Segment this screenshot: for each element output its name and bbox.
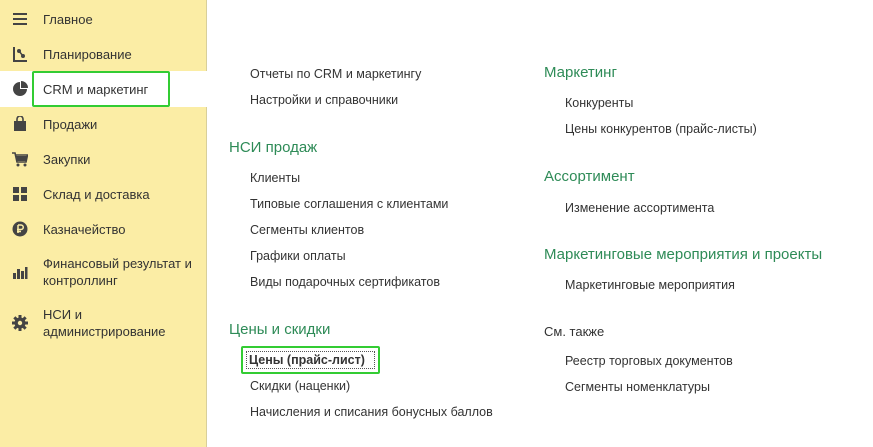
sidebar-item-label: Продажи	[43, 116, 98, 132]
sidebar: Главное Планирование CRM и маркетинг Про…	[0, 0, 207, 447]
sidebar-item-label-line1: НСИ и	[43, 307, 82, 322]
sidebar-item-crm-marketing[interactable]: CRM и маркетинг	[0, 71, 207, 107]
sidebar-item-label: Склад и доставка	[43, 186, 150, 202]
sidebar-item-label-line2: контроллинг	[43, 273, 118, 288]
menu-icon	[12, 11, 28, 27]
group-title-marketing-events: Маркетинговые мероприятия и проекты	[544, 246, 823, 263]
sidebar-item-treasury[interactable]: Казначейство	[0, 219, 207, 239]
sidebar-item-label: Главное	[43, 11, 93, 27]
bar-chart-icon	[12, 264, 28, 280]
group-title-assortment: Ассортимент	[544, 168, 635, 185]
link-settings-directories[interactable]: Настройки и справочники	[250, 93, 398, 107]
sidebar-item-purchases[interactable]: Закупки	[0, 149, 207, 169]
link-bonus-points[interactable]: Начисления и списания бонусных баллов	[250, 405, 493, 419]
link-crm-reports[interactable]: Отчеты по CRM и маркетингу	[250, 67, 421, 81]
link-typical-agreements[interactable]: Типовые соглашения с клиентами	[250, 197, 448, 211]
link-trade-documents-registry[interactable]: Реестр торговых документов	[565, 354, 733, 368]
pie-chart-icon	[12, 81, 28, 97]
see-also-title: См. также	[544, 324, 605, 339]
sidebar-item-sales[interactable]: Продажи	[0, 114, 207, 134]
sidebar-item-planning[interactable]: Планирование	[0, 44, 207, 64]
sidebar-item-nsi-admin[interactable]: НСИ и администрирование	[0, 306, 207, 340]
sidebar-item-label-line2: администрирование	[43, 324, 166, 339]
sidebar-item-label: Казначейство	[43, 221, 126, 237]
link-discounts-markups[interactable]: Скидки (наценки)	[250, 379, 350, 393]
link-competitor-prices[interactable]: Цены конкурентов (прайс-листы)	[565, 122, 757, 136]
sidebar-item-label-line1: Финансовый результат и	[43, 256, 192, 271]
sidebar-item-main[interactable]: Главное	[0, 9, 207, 29]
link-clients[interactable]: Клиенты	[250, 171, 300, 185]
link-payment-schedules[interactable]: Графики оплаты	[250, 249, 346, 263]
ruble-coin-icon	[12, 221, 28, 237]
planning-icon	[12, 46, 28, 62]
warehouse-grid-icon	[12, 186, 28, 202]
link-nomenclature-segments[interactable]: Сегменты номенклатуры	[565, 380, 710, 394]
sidebar-item-warehouse[interactable]: Склад и доставка	[0, 184, 207, 204]
sidebar-item-label: Планирование	[43, 46, 132, 62]
gear-icon	[12, 315, 28, 331]
sidebar-item-label: Закупки	[43, 151, 91, 167]
group-title-marketing: Маркетинг	[544, 64, 617, 81]
group-title-nsi-sales: НСИ продаж	[229, 139, 318, 156]
link-competitors[interactable]: Конкуренты	[565, 96, 633, 110]
shopping-bag-icon	[12, 116, 28, 132]
link-assortment-change[interactable]: Изменение ассортимента	[565, 201, 714, 215]
sidebar-item-financial-result[interactable]: Финансовый результат и контроллинг	[0, 255, 207, 289]
cart-icon	[12, 151, 28, 167]
group-title-prices-discounts: Цены и скидки	[229, 321, 331, 338]
link-client-segments[interactable]: Сегменты клиентов	[250, 223, 364, 237]
link-marketing-events[interactable]: Маркетинговые мероприятия	[565, 278, 735, 292]
link-price-list[interactable]: Цены (прайс-лист)	[249, 353, 365, 367]
sidebar-item-label: CRM и маркетинг	[43, 81, 149, 97]
link-gift-certificate-types[interactable]: Виды подарочных сертификатов	[250, 275, 440, 289]
